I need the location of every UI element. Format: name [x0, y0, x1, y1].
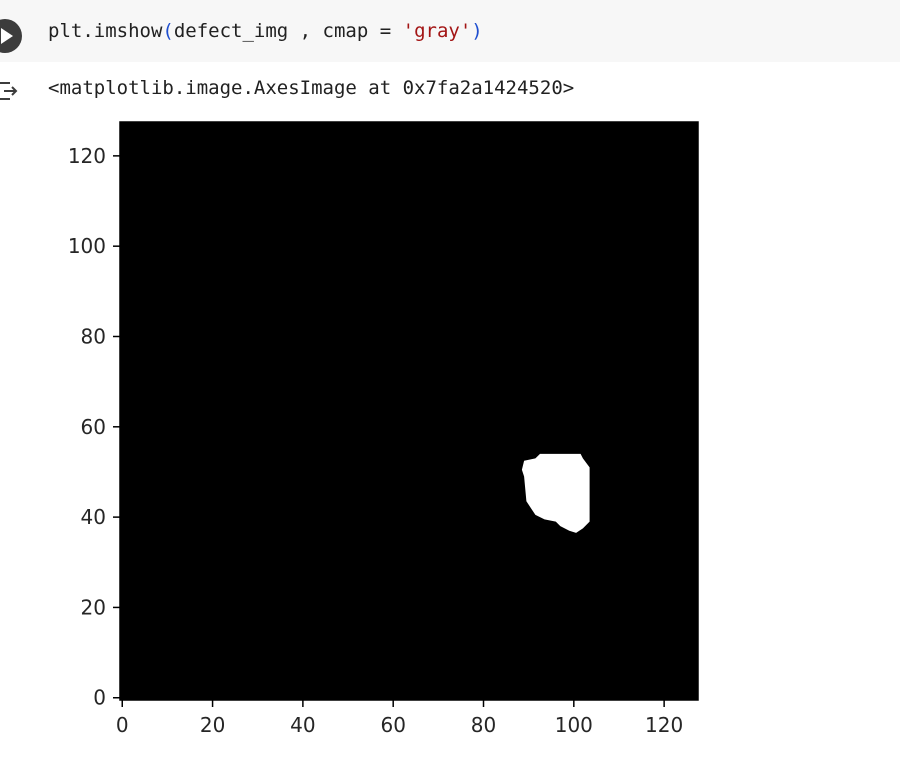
x-tick-label: 20 — [200, 713, 225, 737]
y-tick-label: 20 — [81, 595, 106, 619]
x-tick-label: 100 — [555, 713, 593, 737]
y-tick-label: 100 — [68, 234, 106, 258]
y-tick-label: 80 — [81, 324, 106, 348]
output-repr-text: <matplotlib.image.AxesImage at 0x7fa2a14… — [48, 77, 575, 99]
y-tick-label: 120 — [68, 144, 106, 168]
output-arrow-icon — [0, 82, 18, 100]
y-tick-label: 0 — [93, 686, 106, 710]
y-tick-label: 60 — [81, 415, 106, 439]
code-arguments: defect_img , cmap = — [173, 20, 403, 42]
code-string-argument: 'gray' — [402, 20, 472, 42]
x-tick-label: 40 — [290, 713, 315, 737]
y-tick-label: 40 — [81, 505, 106, 529]
code-open-paren: ( — [162, 20, 174, 42]
x-tick-label: 80 — [471, 713, 496, 737]
x-tick-label: 120 — [645, 713, 683, 737]
code-cell[interactable]: plt.imshow(defect_img , cmap = 'gray') — [0, 0, 900, 62]
x-tick-label: 0 — [116, 713, 129, 737]
image-background — [120, 122, 698, 700]
code-close-paren: ) — [471, 20, 483, 42]
code-function: plt.imshow — [48, 20, 163, 42]
code-line[interactable]: plt.imshow(defect_img , cmap = 'gray') — [48, 17, 483, 45]
play-icon — [1, 28, 13, 44]
run-cell-button[interactable] — [0, 19, 22, 53]
image-plot: 0 20 40 60 80 100 120 0 20 40 60 80 100 120 — [68, 121, 699, 737]
x-tick-label: 60 — [380, 713, 405, 737]
